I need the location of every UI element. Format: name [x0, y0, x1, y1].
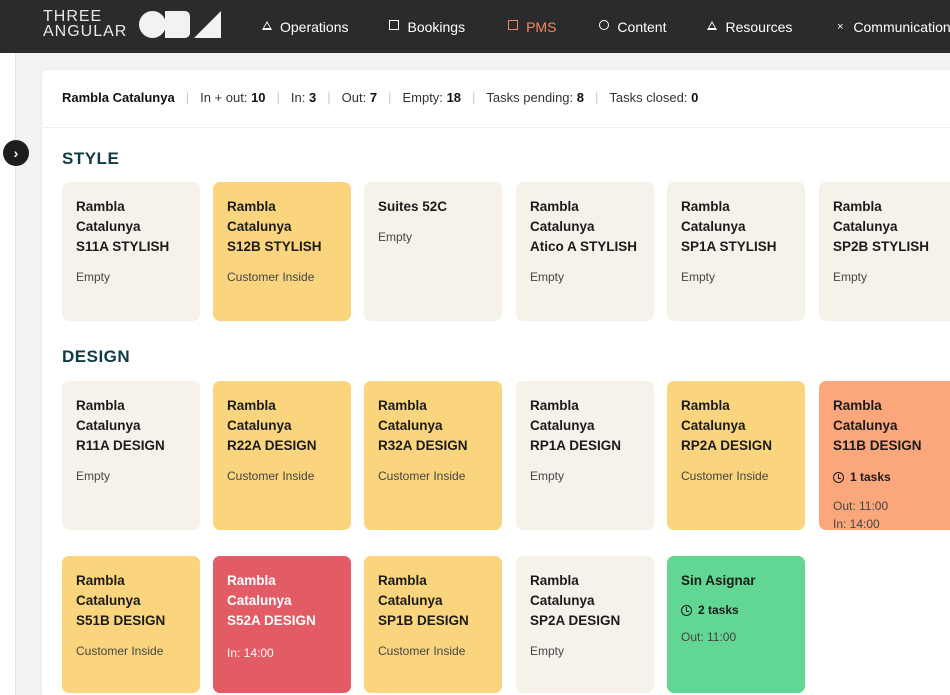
- room-name: Rambla Catalunya Atico A STYLISH: [530, 199, 638, 254]
- nav-label: Resources: [725, 18, 793, 35]
- room-status: Empty: [681, 270, 716, 284]
- nav-bookings[interactable]: Bookings: [388, 19, 465, 35]
- stats-divider: [42, 127, 950, 128]
- stats-pending-label: Tasks pending:: [486, 90, 574, 105]
- room-card[interactable]: Rambla Catalunya SP1A STYLISH Empty: [667, 182, 805, 321]
- room-name: Rambla Catalunya S12B STYLISH: [227, 199, 322, 254]
- room-card[interactable]: Rambla Catalunya Atico A STYLISH Empty: [516, 182, 654, 321]
- stats-empty-label: Empty:: [402, 90, 443, 105]
- room-status: Customer Inside: [681, 469, 769, 483]
- stats-in-out-label: In + out:: [200, 90, 248, 105]
- room-card[interactable]: Rambla Catalunya S51B DESIGN Customer Ins…: [62, 556, 200, 693]
- nav-label: Operations: [280, 18, 349, 35]
- logo-shapes-icon: [139, 10, 222, 38]
- room-times: Out: 11:00: [681, 630, 737, 644]
- room-card[interactable]: Suites 52C Empty: [364, 182, 502, 321]
- stats-location: Rambla Catalunya: [62, 90, 175, 105]
- room-card[interactable]: Rambla Catalunya RP1A DESIGN Empty: [516, 381, 654, 530]
- room-status: Empty: [530, 270, 565, 284]
- room-status: Customer Inside: [378, 644, 466, 658]
- stats-closed-value: 0: [691, 90, 699, 105]
- room-status: Empty: [530, 469, 565, 483]
- square-icon: [507, 20, 519, 33]
- triangle-icon: [261, 20, 273, 33]
- room-name: Rambla Catalunya R22A DESIGN: [227, 398, 317, 453]
- nav-content[interactable]: Content: [598, 19, 666, 35]
- brand-line-2: ANGULAR: [43, 23, 128, 40]
- room-name: Rambla Catalunya S51B DESIGN: [76, 573, 166, 628]
- room-name: Rambla Catalunya RP2A DESIGN: [681, 398, 773, 453]
- room-card[interactable]: Rambla Catalunya S12B STYLISH Customer In…: [213, 182, 351, 321]
- circle-icon: [598, 20, 610, 33]
- triangle-icon: [706, 20, 718, 33]
- nav-resources[interactable]: Resources: [706, 19, 792, 35]
- clock-icon: [833, 471, 844, 483]
- room-card[interactable]: Rambla Catalunya SP2B STYLISH Empty: [819, 182, 950, 321]
- room-card[interactable]: Rambla Catalunya S11A STYLISH Empty: [62, 182, 200, 321]
- room-card[interactable]: Rambla Catalunya S11B DESIGN 1 tasks Out:…: [819, 381, 950, 530]
- brand-wordmark: THREE ANGULAR: [43, 8, 128, 40]
- nav-label: Bookings: [407, 18, 466, 35]
- main-nav: Operations Bookings PMS Content Resource…: [258, 0, 950, 53]
- nav-operations[interactable]: Operations: [261, 19, 348, 35]
- nav-label: Communications: [853, 18, 950, 35]
- stats-in-out-value: 10: [251, 90, 266, 105]
- room-name: Rambla Catalunya SP1B DESIGN: [378, 573, 469, 628]
- room-name: Rambla Catalunya S11B DESIGN: [833, 398, 922, 453]
- room-status: Empty: [833, 270, 868, 284]
- room-status: Empty: [76, 270, 111, 284]
- brand-logo[interactable]: THREE ANGULAR: [43, 8, 222, 40]
- room-card[interactable]: Rambla Catalunya SP1B DESIGN Customer Ins…: [364, 556, 502, 693]
- room-status: Empty: [378, 230, 413, 244]
- room-card[interactable]: Sin Asignar 2 tasks Out: 11:00: [667, 556, 805, 693]
- room-name: Rambla Catalunya RP1A DESIGN: [530, 398, 622, 453]
- square-icon: [388, 20, 400, 33]
- nav-label: Content: [617, 18, 667, 35]
- stats-empty-value: 18: [446, 90, 462, 105]
- room-name: Rambla Catalunya R11A DESIGN: [76, 398, 165, 453]
- clock-icon: [681, 604, 692, 616]
- stats-in-value: 3: [309, 90, 317, 105]
- section-title-design: DESIGN: [62, 347, 131, 366]
- stats-in-label: In:: [290, 90, 306, 105]
- stats-out-value: 7: [369, 90, 378, 105]
- room-name: Rambla Catalunya R32A DESIGN: [378, 398, 468, 453]
- stats-pending-value: 8: [576, 90, 585, 105]
- room-tasks: 2 tasks: [681, 603, 791, 617]
- room-times: Out: 11:00 In: 14:00: [833, 499, 889, 530]
- room-card[interactable]: Rambla Catalunya SP2A DESIGN Empty: [516, 556, 654, 693]
- room-name: Rambla Catalunya SP1A STYLISH: [681, 199, 777, 254]
- room-card[interactable]: Rambla Catalunya S52A DESIGN In: 14:00: [213, 556, 351, 693]
- room-status: Customer Inside: [378, 469, 466, 483]
- close-icon: ×: [837, 20, 844, 33]
- nav-label: PMS: [526, 18, 557, 35]
- room-name: Sin Asignar: [681, 573, 756, 588]
- room-name: Rambla Catalunya SP2B STYLISH: [833, 199, 930, 254]
- nav-pms[interactable]: PMS: [507, 19, 556, 35]
- room-card[interactable]: Rambla Catalunya R32A DESIGN Customer Ins…: [364, 381, 502, 530]
- room-name: Rambla Catalunya S11A STYLISH: [76, 199, 170, 254]
- stats-bar: Rambla Catalunya | In + out: 10 | In: 3 …: [62, 90, 699, 105]
- brand-line-1: THREE: [43, 8, 103, 25]
- room-card[interactable]: Rambla Catalunya R11A DESIGN Empty: [62, 381, 200, 530]
- room-name: Rambla Catalunya S52A DESIGN: [227, 573, 316, 628]
- room-status: Empty: [530, 644, 565, 658]
- nav-communications[interactable]: × Communications: [834, 19, 950, 35]
- room-card[interactable]: Rambla Catalunya RP2A DESIGN Customer Ins…: [667, 381, 805, 530]
- room-name: Rambla Catalunya SP2A DESIGN: [530, 573, 621, 628]
- room-status: Empty: [76, 469, 111, 483]
- stats-out-label: Out:: [341, 90, 367, 105]
- room-times: In: 14:00: [227, 646, 274, 660]
- room-status: Customer Inside: [227, 469, 315, 483]
- stats-closed-label: Tasks closed:: [609, 90, 688, 105]
- room-status: Customer Inside: [227, 270, 315, 284]
- top-navigation-bar: THREE ANGULAR Operations Bookings PMS Co…: [0, 0, 950, 53]
- room-name: Suites 52C: [378, 199, 448, 214]
- chevron-right-icon[interactable]: ›: [3, 140, 29, 166]
- room-card[interactable]: Rambla Catalunya R22A DESIGN Customer Ins…: [213, 381, 351, 530]
- section-title-style: STYLE: [62, 149, 120, 168]
- room-status: Customer Inside: [76, 644, 164, 658]
- room-tasks: 1 tasks: [833, 470, 936, 484]
